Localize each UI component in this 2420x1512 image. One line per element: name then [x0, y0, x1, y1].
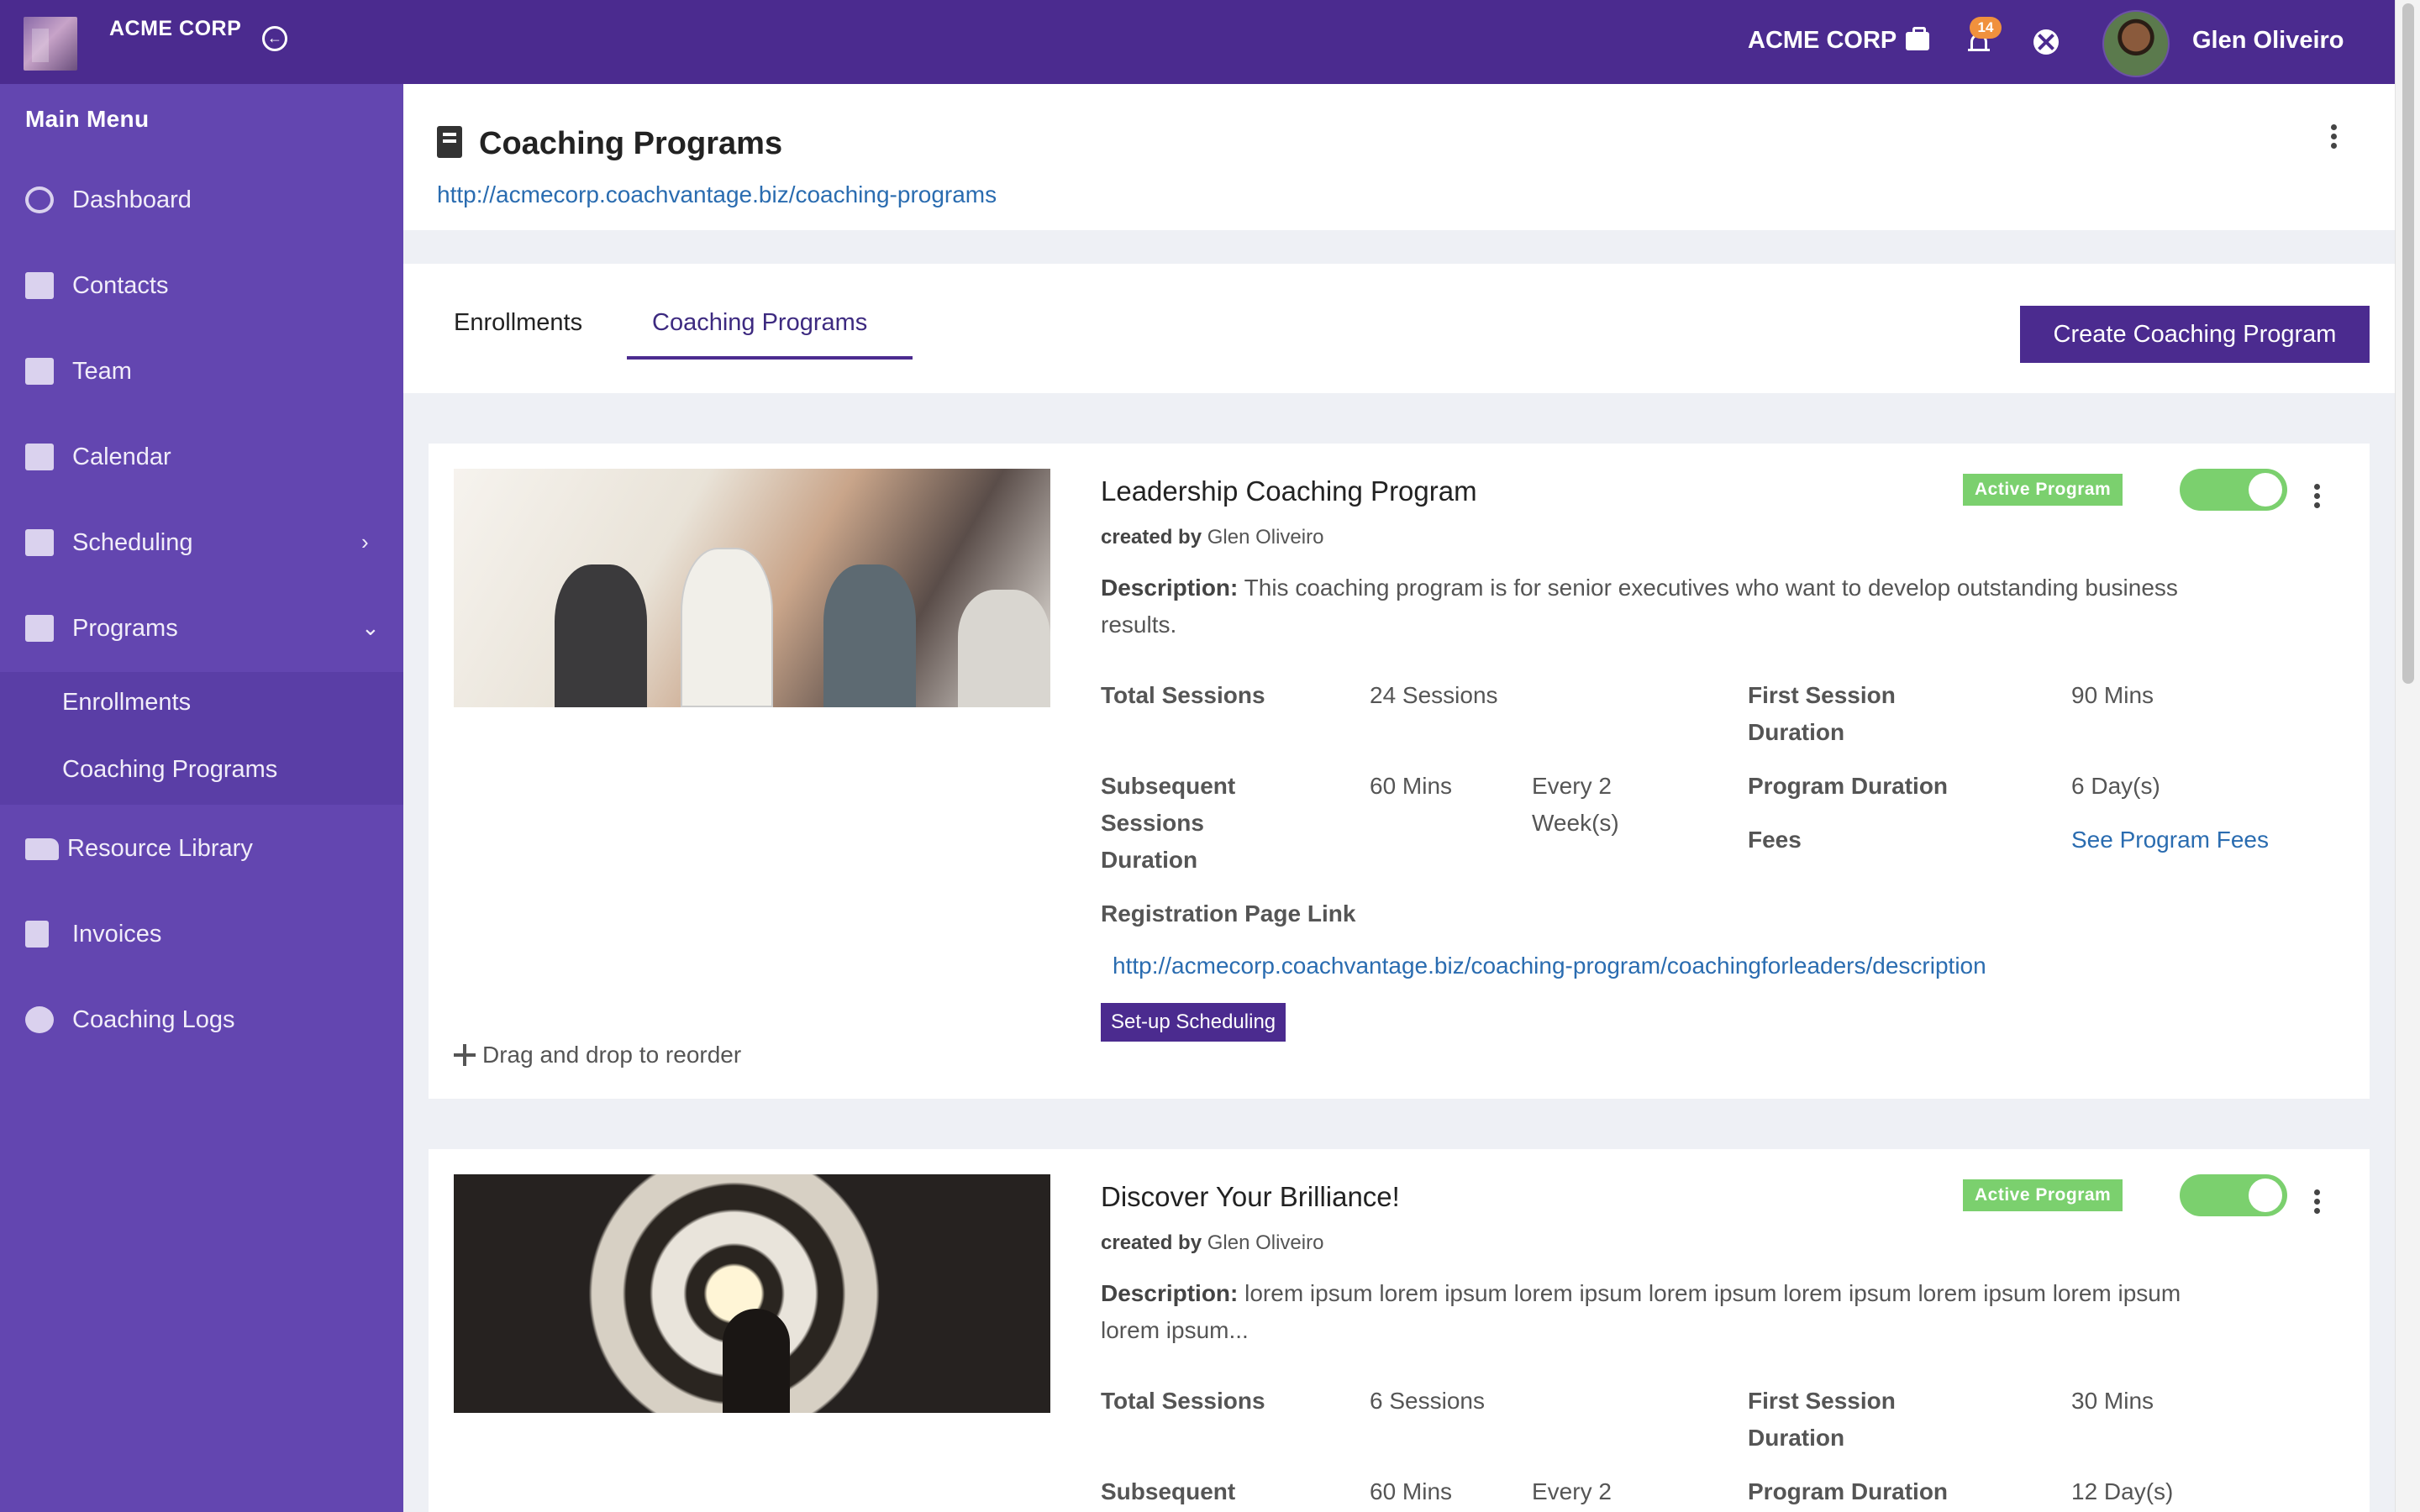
sidebar-item-resource-library[interactable]: Resource Library: [0, 815, 403, 882]
registration-link-label: Registration Page Link: [1101, 900, 1356, 927]
notification-count-badge[interactable]: 14: [1970, 17, 2002, 39]
total-sessions-label: Total Sessions: [1101, 682, 1265, 708]
total-sessions-label: Total Sessions: [1101, 1388, 1265, 1414]
page-title: Coaching Programs: [479, 126, 783, 161]
sidebar-item-calendar[interactable]: Calendar: [0, 423, 403, 491]
sidebar-item-label: Dashboard: [72, 186, 192, 213]
sidebar-item-invoices[interactable]: Invoices: [0, 900, 403, 968]
program-image: [454, 469, 1050, 707]
program-card[interactable]: Discover Your Brilliance! Active Program…: [429, 1149, 2370, 1512]
team-icon: [25, 358, 54, 385]
top-bar: ACME CORP ← ACME CORP 14 Glen Oliveiro: [0, 0, 2395, 84]
sidebar-item-contacts[interactable]: Contacts: [0, 252, 403, 319]
dashboard-icon: [25, 186, 54, 213]
see-program-fees-link[interactable]: See Program Fees: [2071, 822, 2269, 858]
status-badge: Active Program: [1963, 1179, 2123, 1211]
toggle-knob: [2249, 473, 2282, 507]
sidebar-item-programs[interactable]: Programs ⌄: [0, 595, 403, 662]
first-session-value: 30 Mins: [2071, 1388, 2154, 1414]
card-more-options-icon[interactable]: [2314, 484, 2321, 512]
create-coaching-program-button[interactable]: Create Coaching Program: [2020, 306, 2370, 363]
submenu-item-coaching-programs[interactable]: Coaching Programs: [62, 756, 277, 784]
sidebar-item-scheduling[interactable]: Scheduling ›: [0, 509, 403, 576]
subsequent-duration-label: Subsequent: [1101, 1478, 1236, 1504]
sidebar-item-label: Invoices: [72, 921, 162, 948]
sidebar-item-label: Resource Library: [67, 835, 253, 862]
registration-page-link[interactable]: http://acmecorp.coachvantage.biz/coachin…: [1113, 953, 1986, 979]
total-sessions-value: 24 Sessions: [1370, 682, 1498, 708]
tab-enrollments[interactable]: Enrollments: [454, 309, 582, 337]
scroll-thumb[interactable]: [2402, 3, 2414, 684]
subsequent-duration-label: Subsequent Sessions Duration: [1101, 773, 1236, 873]
drag-handle[interactable]: Drag and drop to reorder: [454, 1042, 741, 1068]
program-description: Description: lorem ipsum lorem ipsum lor…: [1101, 1280, 2181, 1343]
subsequent-duration-value: 60 Mins: [1370, 1478, 1453, 1504]
tab-coaching-programs[interactable]: Coaching Programs: [652, 309, 867, 337]
program-duration-value: 6 Day(s): [2071, 773, 2160, 799]
chevron-down-icon: ⌄: [361, 615, 380, 640]
sidebar: Main Menu Dashboard Contacts Team Calend…: [0, 84, 403, 1512]
program-duration-label: Program Duration: [1748, 1478, 1949, 1504]
sidebar-item-label: Coaching Logs: [72, 1006, 235, 1033]
company-logo[interactable]: [24, 17, 77, 71]
program-card[interactable]: Leadership Coaching Program Active Progr…: [429, 444, 2370, 1099]
sidebar-item-label: Contacts: [72, 272, 169, 299]
sidebar-item-dashboard[interactable]: Dashboard: [0, 166, 403, 234]
move-icon: [454, 1044, 476, 1066]
book-icon: [437, 126, 462, 158]
sidebar-item-label: Programs: [72, 615, 178, 642]
contacts-icon: [25, 272, 54, 299]
sidebar-item-label: Scheduling: [72, 529, 193, 556]
created-by: created by Glen Oliveiro: [1101, 526, 1324, 549]
org-name[interactable]: ACME CORP: [1748, 27, 1897, 55]
programs-submenu: Enrollments Coaching Programs: [0, 672, 403, 805]
user-name[interactable]: Glen Oliveiro: [2192, 27, 2344, 55]
program-duration-value: 12 Day(s): [2071, 1478, 2174, 1504]
total-sessions-value: 6 Sessions: [1370, 1388, 1485, 1414]
session-frequency: Every 2: [1532, 1478, 1612, 1504]
page-url-link[interactable]: http://acmecorp.coachvantage.biz/coachin…: [437, 181, 997, 208]
sidebar-item-coaching-logs[interactable]: Coaching Logs: [0, 986, 403, 1053]
setup-scheduling-button[interactable]: Set-up Scheduling: [1101, 1003, 1286, 1042]
first-session-value: 90 Mins: [2071, 682, 2154, 708]
chevron-right-icon: ›: [361, 529, 369, 554]
program-title[interactable]: Discover Your Brilliance!: [1101, 1181, 1400, 1213]
folder-icon: [25, 838, 59, 860]
help-icon[interactable]: [2033, 29, 2059, 55]
card-more-options-icon[interactable]: [2314, 1189, 2321, 1217]
sidebar-item-label: Calendar: [72, 444, 171, 470]
toggle-knob: [2249, 1179, 2282, 1212]
submenu-item-enrollments[interactable]: Enrollments: [62, 689, 191, 717]
session-frequency: Every 2 Week(s): [1532, 773, 1619, 836]
active-tab-indicator: [627, 356, 913, 360]
program-description: Description: This coaching program is fo…: [1101, 575, 2178, 638]
page-scrollbar[interactable]: [2395, 0, 2420, 1512]
brand-name: ACME CORP: [109, 17, 242, 40]
calendar-icon: [25, 444, 54, 470]
sidebar-item-label: Team: [72, 358, 132, 385]
tabs-bar: Enrollments Coaching Programs Create Coa…: [403, 264, 2395, 393]
main-menu-label: Main Menu: [25, 106, 150, 132]
collapse-sidebar-icon[interactable]: ←: [262, 26, 287, 51]
subsequent-duration-value: 60 Mins: [1370, 773, 1453, 799]
program-duration-label: Program Duration: [1748, 773, 1949, 799]
invoice-icon: [25, 921, 49, 948]
scheduling-icon: [25, 529, 54, 556]
program-image: [454, 1174, 1050, 1413]
page-more-options-icon[interactable]: [2331, 124, 2338, 152]
clock-icon: [25, 1006, 54, 1033]
active-toggle[interactable]: [2180, 469, 2287, 511]
avatar[interactable]: [2102, 10, 2170, 77]
first-session-label: First Session Duration: [1748, 1388, 1896, 1451]
status-badge: Active Program: [1963, 474, 2123, 506]
created-by: created by Glen Oliveiro: [1101, 1231, 1324, 1254]
active-toggle[interactable]: [2180, 1174, 2287, 1216]
page-header: Coaching Programs http://acmecorp.coachv…: [403, 84, 2395, 230]
first-session-label: First Session Duration: [1748, 682, 1896, 745]
sidebar-item-team[interactable]: Team: [0, 338, 403, 405]
briefcase-icon[interactable]: [1906, 27, 1929, 50]
programs-icon: [25, 615, 54, 642]
program-title[interactable]: Leadership Coaching Program: [1101, 475, 1477, 507]
fees-label: Fees: [1748, 827, 1802, 853]
